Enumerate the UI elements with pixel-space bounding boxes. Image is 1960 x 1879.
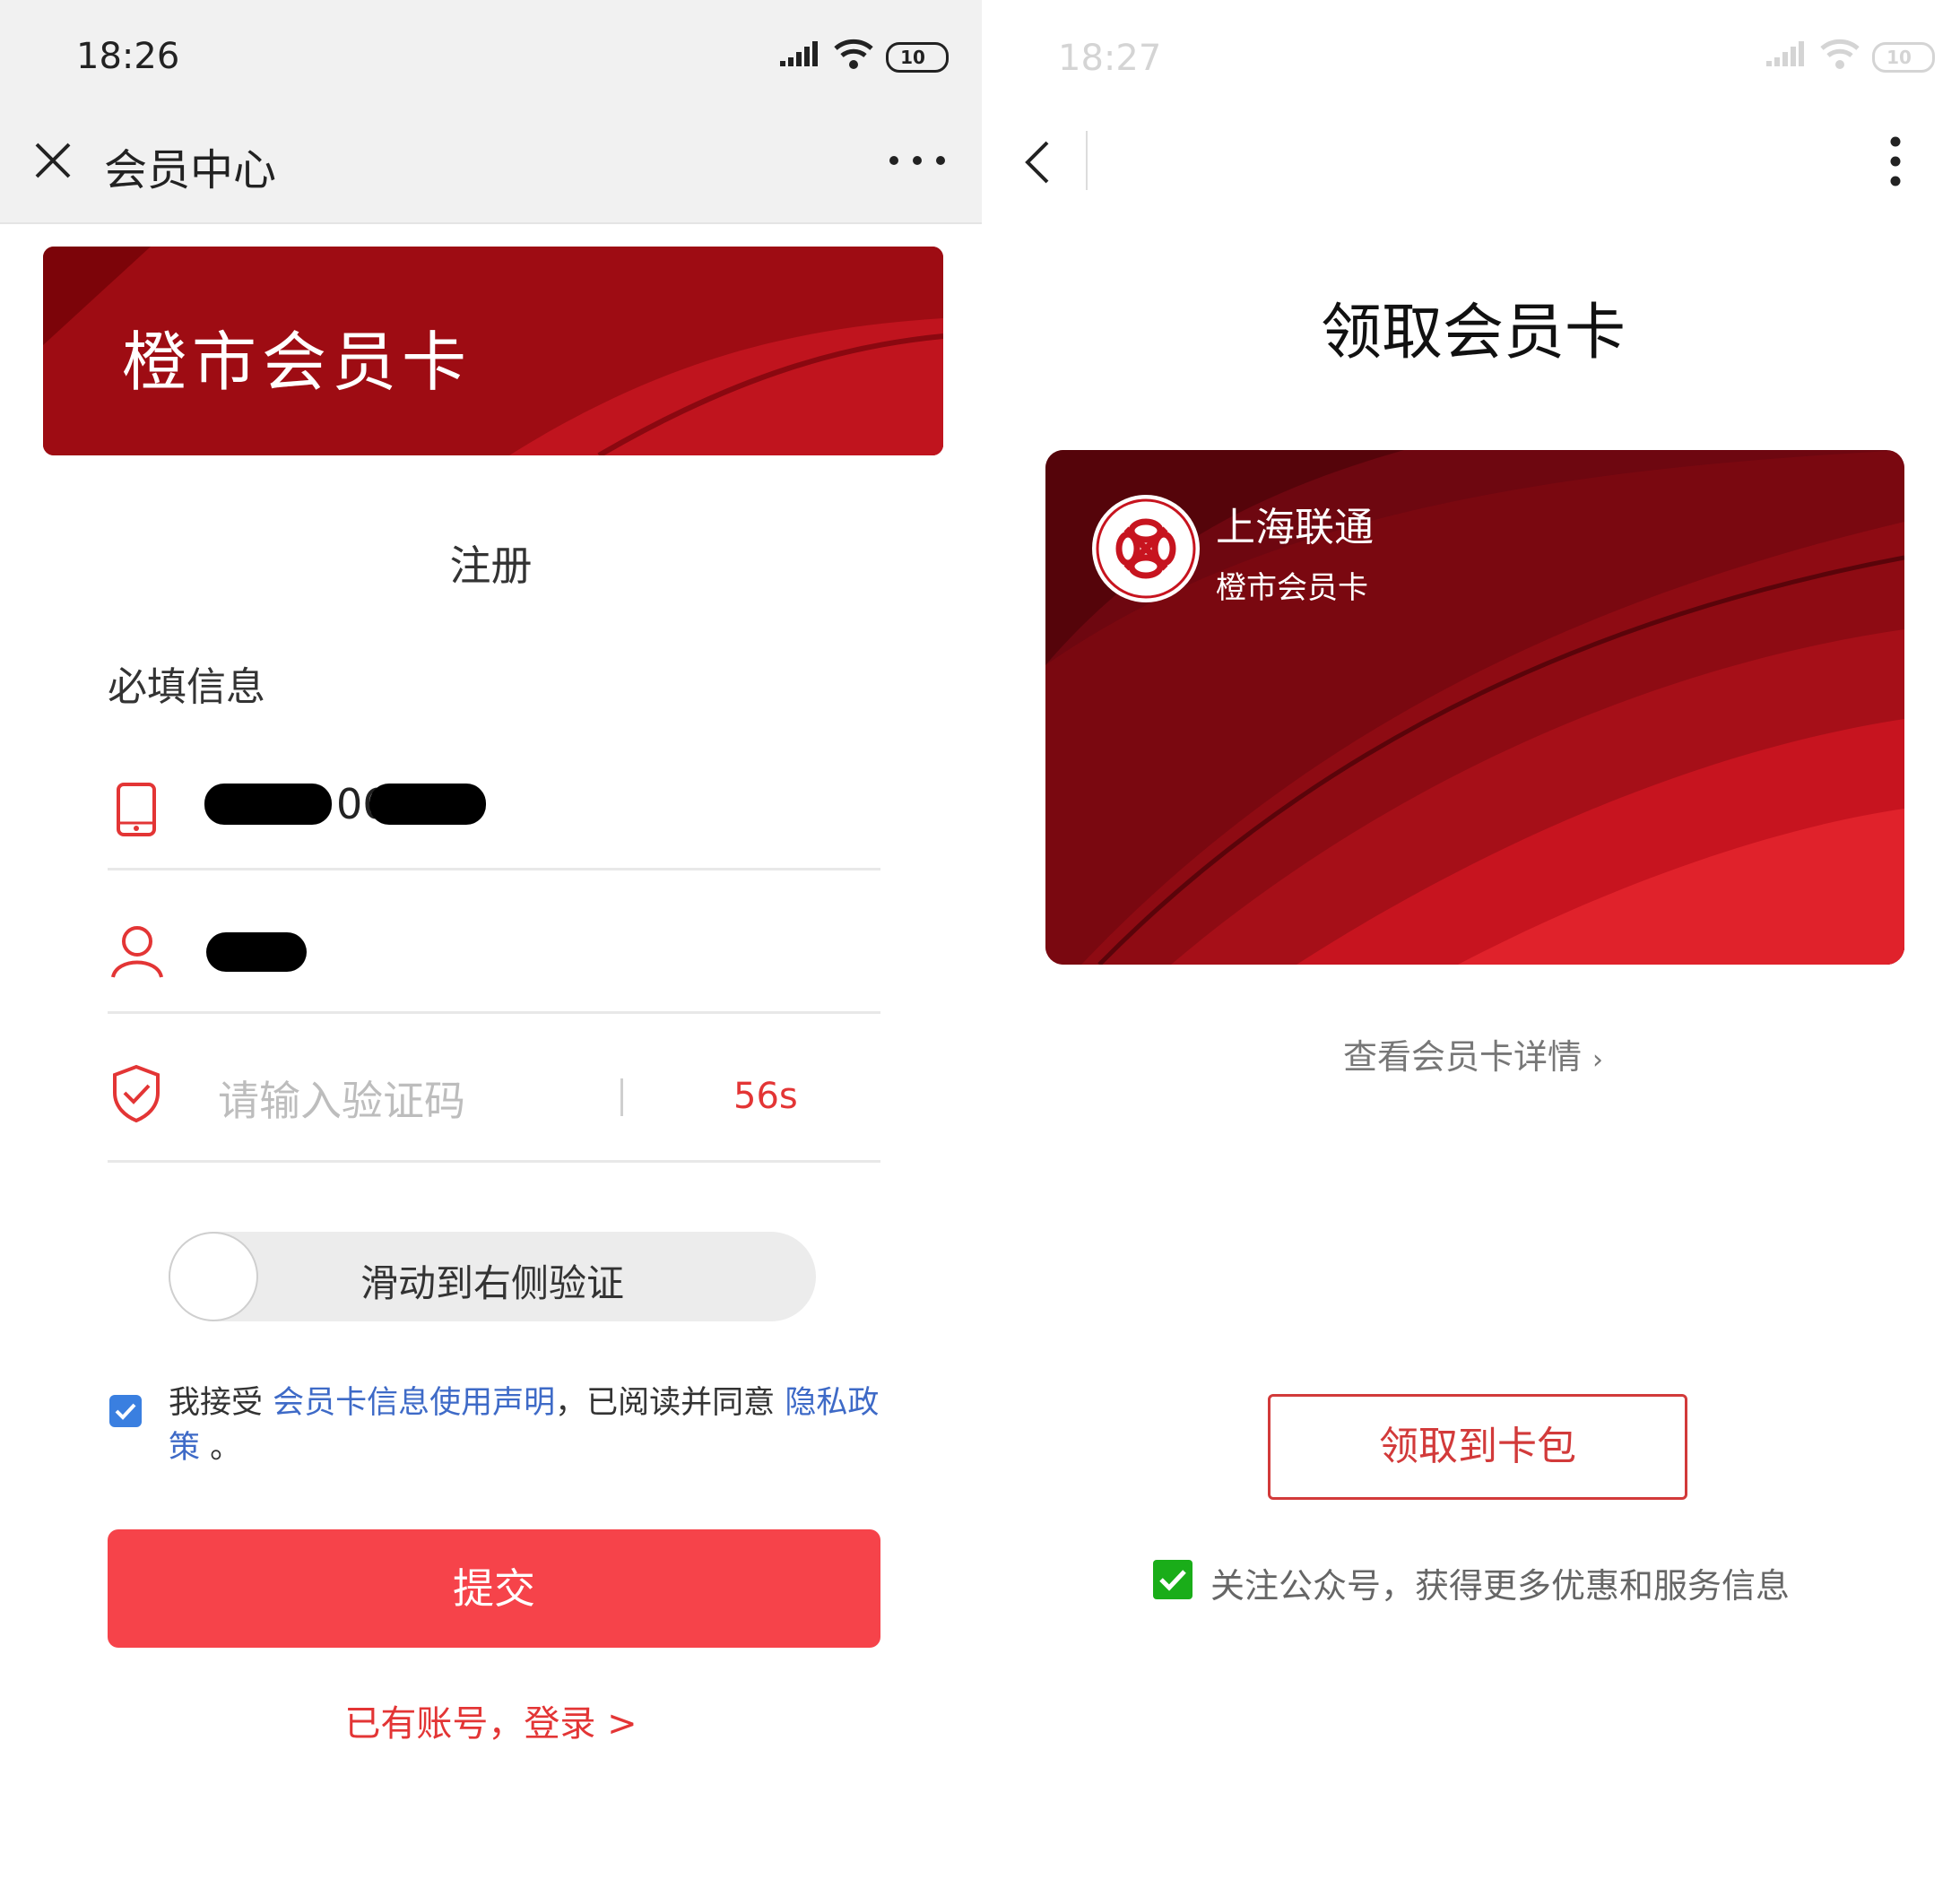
details-link-label: 查看会员卡详情 xyxy=(1342,1037,1582,1077)
wifi-icon xyxy=(1820,39,1860,69)
china-unicom-logo xyxy=(1092,495,1200,602)
check-icon xyxy=(115,1403,136,1420)
banner-title: 橙市会员卡 xyxy=(122,325,473,400)
phone-icon xyxy=(117,783,156,836)
required-info-label: 必填信息 xyxy=(108,664,265,710)
more-icon[interactable] xyxy=(888,154,947,167)
more-vertical-icon[interactable] xyxy=(1888,134,1903,188)
battery-icon: 10 xyxy=(886,42,949,73)
follow-checkbox[interactable] xyxy=(1153,1560,1192,1599)
field-divider xyxy=(108,1011,880,1014)
agreement-prefix: 我接受 xyxy=(169,1385,264,1421)
back-icon[interactable] xyxy=(1022,139,1053,186)
login-link[interactable]: 已有账号，登录 > xyxy=(0,1694,982,1746)
nav-divider xyxy=(1086,131,1088,190)
view-card-details-link[interactable]: 查看会员卡详情 › xyxy=(986,1029,1960,1078)
slider-handle[interactable] xyxy=(169,1232,258,1321)
status-time: 18:27 xyxy=(1058,38,1162,79)
redaction-mark xyxy=(204,784,332,825)
check-icon xyxy=(1159,1570,1186,1591)
membership-card: 上海联通 橙市会员卡 xyxy=(1045,450,1904,965)
slider-label: 滑动到右侧验证 xyxy=(360,1261,624,1305)
claim-to-wallet-button[interactable]: 领取到卡包 xyxy=(1268,1394,1687,1500)
submit-button[interactable]: 提交 xyxy=(108,1529,880,1648)
user-icon xyxy=(111,926,163,978)
agreement-text: 我接受 会员卡信息使用声明，已阅读并同意 隐私政策 。 xyxy=(169,1381,886,1470)
registration-screen: 18:26 10 会员中心 橙市会员卡 注册 必填信息 06 请输入验证码 56… xyxy=(0,0,982,1879)
redaction-mark xyxy=(369,784,486,825)
member-card-statement-link[interactable]: 会员卡信息使用声明 xyxy=(273,1385,555,1421)
membership-banner: 橙市会员卡 xyxy=(43,247,943,455)
field-separator xyxy=(620,1078,623,1116)
chevron-right-icon: › xyxy=(1592,1044,1604,1076)
signal-icon xyxy=(1766,41,1804,66)
field-divider xyxy=(108,1160,880,1163)
unicom-knot-icon xyxy=(1096,498,1196,599)
close-icon[interactable] xyxy=(34,142,72,179)
verify-code-input[interactable]: 请输入验证码 xyxy=(218,1069,465,1128)
page-title: 会员中心 xyxy=(104,145,277,195)
page-title: 领取会员卡 xyxy=(1320,298,1626,368)
status-time: 18:26 xyxy=(76,36,180,77)
signal-icon xyxy=(780,41,818,66)
claim-card-screen: 18:27 10 领取会员卡 上海联通 橙市会员卡 查看会员卡详情 › 领取到卡… xyxy=(986,0,1960,1879)
section-title: 注册 xyxy=(449,541,533,590)
card-name: 橙市会员卡 xyxy=(1216,570,1368,606)
agreement-suffix: 。 xyxy=(210,1430,242,1466)
follow-account-label: 关注公众号，获得更多优惠和服务信息 xyxy=(1210,1566,1791,1606)
shield-icon xyxy=(113,1064,160,1123)
slide-verify[interactable]: 滑动到右侧验证 xyxy=(169,1232,816,1321)
field-divider xyxy=(108,868,880,870)
countdown-timer: 56s xyxy=(733,1076,798,1117)
card-issuer: 上海联通 xyxy=(1216,505,1374,550)
battery-icon: 10 xyxy=(1872,42,1935,73)
top-bar: 18:26 10 会员中心 xyxy=(0,0,982,224)
wifi-icon xyxy=(834,39,873,69)
agreement-middle: ，已阅读并同意 xyxy=(555,1385,776,1421)
agree-checkbox[interactable] xyxy=(109,1395,142,1427)
name-field[interactable] xyxy=(206,932,307,972)
